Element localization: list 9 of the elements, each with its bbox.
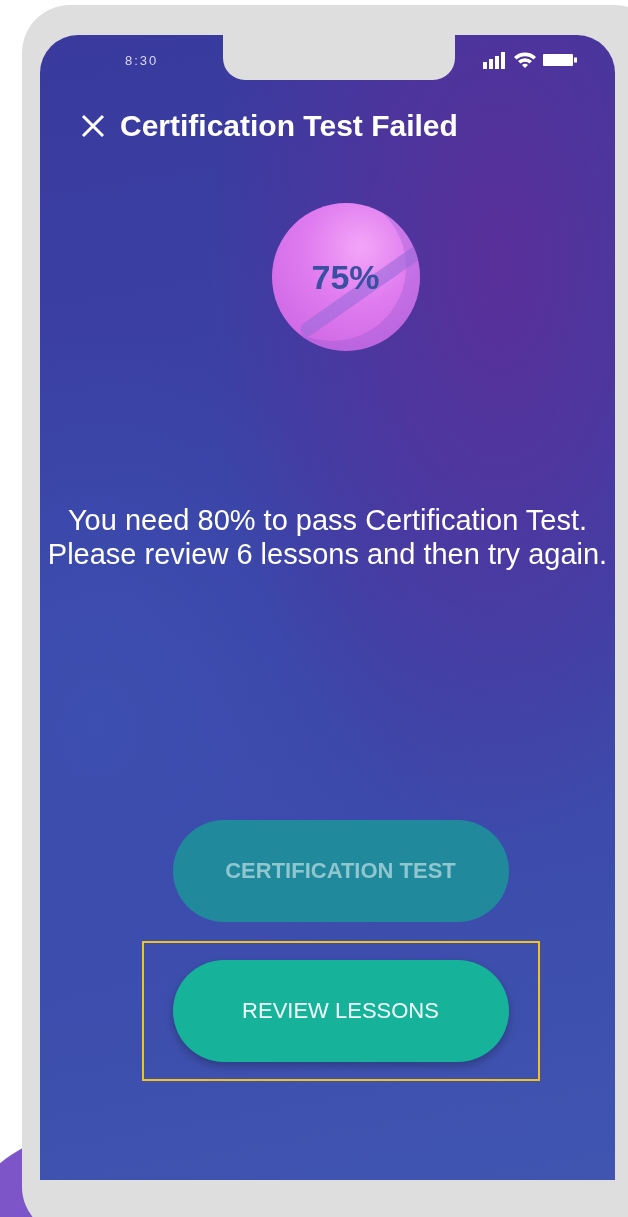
review-lessons-button[interactable]: REVIEW LESSONS <box>172 960 509 1062</box>
page-title: Certification Test Failed <box>120 109 458 143</box>
battery-icon <box>543 53 577 67</box>
close-icon[interactable] <box>80 113 106 139</box>
signal-icon <box>483 51 507 69</box>
result-message: You need 80% to pass Certification Test. Please review 6 lessons and then try again. <box>46 503 609 571</box>
wifi-icon <box>513 51 537 69</box>
status-time: 8:30 <box>125 52 159 68</box>
score-percent: 75% <box>311 257 380 297</box>
